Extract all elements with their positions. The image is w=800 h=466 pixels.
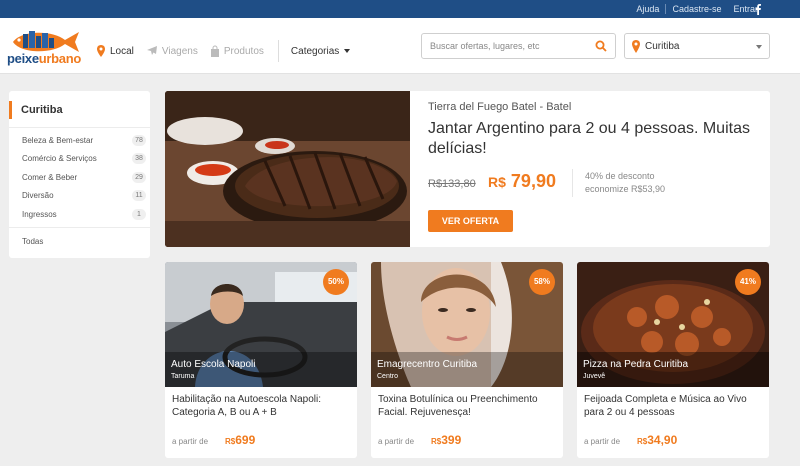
nav-local[interactable]: Local bbox=[96, 45, 134, 57]
sidebar-item-label: Diversão bbox=[22, 191, 54, 201]
merchant-name: Pizza na Pedra Curitiba bbox=[583, 359, 689, 370]
map-pin-icon bbox=[632, 40, 640, 53]
currency-symbol: R$ bbox=[637, 437, 648, 446]
price-value: 399 bbox=[441, 433, 462, 447]
see-offer-button[interactable]: VER OFERTA bbox=[428, 210, 513, 232]
nav-divider bbox=[277, 40, 279, 62]
site-header: peixeurbano Local Viagens Produtos Categ… bbox=[0, 18, 800, 74]
nav-viagens[interactable]: Viagens bbox=[146, 45, 198, 57]
chevron-down-icon bbox=[756, 45, 762, 49]
currency-symbol: R$ bbox=[225, 437, 236, 446]
main-nav: Local Viagens Produtos Categorias bbox=[96, 40, 351, 62]
plane-icon bbox=[146, 46, 157, 55]
sidebar-item-comer[interactable]: Comer & Beber 29 bbox=[22, 168, 146, 187]
discount-badge: 50% bbox=[323, 269, 349, 295]
old-price: R$133,80 bbox=[428, 178, 476, 190]
discount-badge: 58% bbox=[529, 269, 555, 295]
merchant-area: Juvevê bbox=[583, 373, 606, 380]
count-badge: 38 bbox=[132, 153, 146, 165]
map-pin-icon bbox=[97, 45, 105, 57]
merchant-name: Auto Escola Napoli bbox=[171, 359, 256, 370]
logo-text-part2: urbano bbox=[38, 51, 82, 66]
top-links: Ajuda Cadastre-se Entrar bbox=[630, 0, 764, 18]
count-badge: 1 bbox=[132, 208, 146, 220]
sidebar-item-todas[interactable]: Todas bbox=[22, 237, 43, 246]
deal-card[interactable]: 41% Pizza na Pedra Curitiba Juvevê Feijo… bbox=[577, 262, 769, 458]
currency-symbol: R$ bbox=[488, 174, 506, 190]
logo-text: peixeurbano bbox=[7, 51, 81, 66]
count-badge: 11 bbox=[132, 190, 146, 202]
signup-link[interactable]: Cadastre-se bbox=[666, 4, 727, 14]
categories-label: Categorias bbox=[290, 45, 340, 57]
sidebar-item-diversao[interactable]: Diversão 11 bbox=[22, 187, 146, 206]
price-value: 79,90 bbox=[510, 171, 556, 191]
search-placeholder: Buscar ofertas, lugares, etc bbox=[430, 41, 540, 51]
nav-viagens-label: Viagens bbox=[161, 45, 198, 57]
deal-card[interactable]: 58% Emagrecentro Curitiba Centro Toxina … bbox=[371, 262, 563, 458]
nav-produtos[interactable]: Produtos bbox=[210, 45, 264, 57]
bag-icon bbox=[210, 45, 219, 57]
merchant-area: Centro bbox=[377, 373, 399, 380]
discount-text: 40% de desconto bbox=[585, 171, 655, 181]
from-label: a partir de bbox=[378, 437, 415, 446]
merchant-area: Taruma bbox=[171, 373, 195, 380]
city-select[interactable]: Curitiba bbox=[624, 33, 770, 59]
sidebar-item-beleza[interactable]: Beleza & Bem-estar 78 bbox=[22, 131, 146, 150]
help-link[interactable]: Ajuda bbox=[630, 4, 665, 14]
divider bbox=[9, 227, 150, 228]
nav-local-label: Local bbox=[110, 45, 134, 57]
divider bbox=[9, 127, 150, 128]
price-value: 699 bbox=[235, 433, 256, 447]
search-icon[interactable] bbox=[595, 40, 607, 52]
deal-price: R$699 bbox=[225, 433, 255, 447]
deal-card[interactable]: 50% Auto Escola Napoli Taruma Habilitaçã… bbox=[165, 262, 357, 458]
logo-text-part1: peixe bbox=[7, 51, 39, 66]
currency-symbol: R$ bbox=[431, 437, 442, 446]
top-bar: Ajuda Cadastre-se Entrar bbox=[0, 0, 800, 18]
deal-price: R$34,90 bbox=[637, 433, 677, 447]
deal-description[interactable]: Toxina Botulínica ou Preenchimento Facia… bbox=[378, 393, 558, 419]
featured-deal-image[interactable] bbox=[165, 91, 410, 247]
from-label: a partir de bbox=[172, 437, 209, 446]
count-badge: 78 bbox=[132, 134, 146, 146]
category-list: Beleza & Bem-estar 78 Comércio & Serviços… bbox=[22, 131, 146, 224]
divider bbox=[572, 169, 573, 197]
deal-description[interactable]: Habilitação na Autoescola Napoli: Catego… bbox=[172, 393, 352, 419]
facebook-icon[interactable] bbox=[752, 3, 764, 15]
logo[interactable]: peixeurbano bbox=[7, 28, 87, 68]
sidebar-item-comercio[interactable]: Comércio & Serviços 38 bbox=[22, 150, 146, 169]
chevron-down-icon bbox=[344, 49, 351, 53]
deal-price: R$399 bbox=[431, 433, 461, 447]
sidebar-item-label: Beleza & Bem-estar bbox=[22, 135, 94, 145]
categories-dropdown[interactable]: Categorias bbox=[290, 45, 351, 57]
category-sidebar: Curitiba Beleza & Bem-estar 78 Comércio &… bbox=[9, 91, 150, 258]
price-value: 34,90 bbox=[647, 433, 678, 447]
new-price: R$ 79,90 bbox=[488, 171, 556, 192]
discount-info: 40% de desconto economize R$53,90 bbox=[585, 170, 665, 196]
merchant-name: Emagrecentro Curitiba bbox=[377, 359, 478, 370]
from-label: a partir de bbox=[584, 437, 621, 446]
featured-deal[interactable]: Tierra del Fuego Batel - Batel Jantar Ar… bbox=[165, 91, 770, 247]
sidebar-item-label: Comércio & Serviços bbox=[22, 154, 97, 164]
deal-location: Tierra del Fuego Batel - Batel bbox=[428, 101, 572, 113]
sidebar-title: Curitiba bbox=[9, 101, 150, 119]
city-value: Curitiba bbox=[645, 41, 680, 52]
discount-badge: 41% bbox=[735, 269, 761, 295]
savings-text: economize R$53,90 bbox=[585, 184, 666, 194]
sidebar-item-label: Ingressos bbox=[22, 209, 57, 219]
deal-title[interactable]: Jantar Argentino para 2 ou 4 pessoas. Mu… bbox=[428, 119, 758, 159]
search-input[interactable]: Buscar ofertas, lugares, etc bbox=[421, 33, 616, 59]
sidebar-item-label: Comer & Beber bbox=[22, 172, 78, 182]
deal-description[interactable]: Feijoada Completa e Música ao Vivo para … bbox=[584, 393, 764, 419]
nav-produtos-label: Produtos bbox=[223, 45, 264, 57]
count-badge: 29 bbox=[132, 171, 146, 183]
sidebar-item-ingressos[interactable]: Ingressos 1 bbox=[22, 205, 146, 224]
